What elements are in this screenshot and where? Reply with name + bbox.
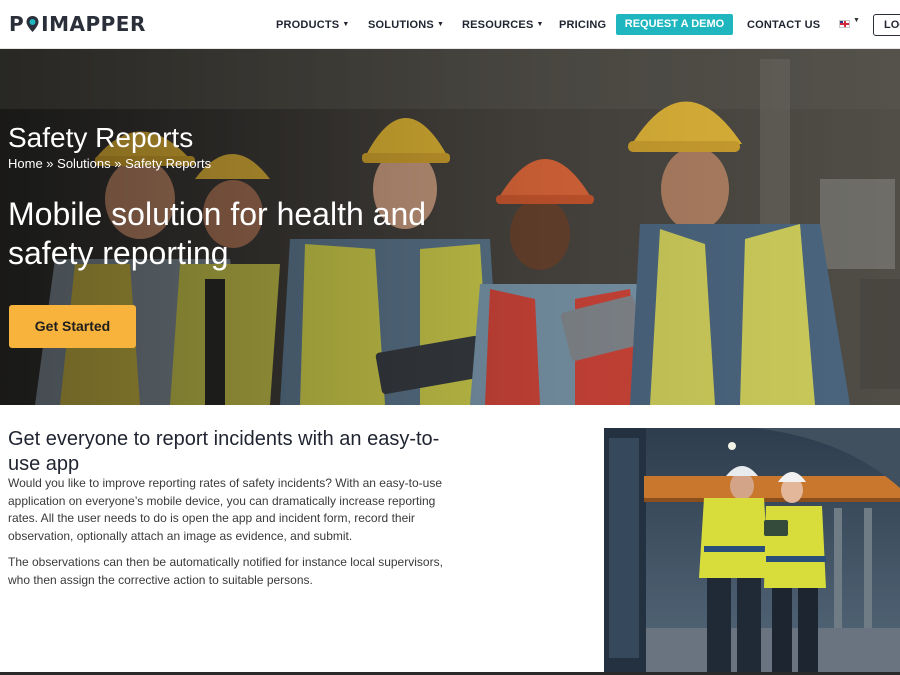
section-title: Get everyone to report incidents with an… bbox=[8, 428, 440, 475]
chevron-down-icon: ▼ bbox=[436, 21, 445, 29]
nav-resources[interactable]: RESOURCES ▼ bbox=[462, 13, 544, 37]
breadcrumb-solutions[interactable]: Solutions bbox=[57, 156, 110, 171]
breadcrumb-separator: » bbox=[42, 156, 58, 171]
language-switcher[interactable]: ▼ bbox=[839, 17, 861, 31]
nav-contact-label: CONTACT US bbox=[747, 19, 821, 31]
nav-solutions[interactable]: SOLUTIONS ▼ bbox=[368, 13, 444, 37]
logo-wordmark: IMAPPER bbox=[41, 12, 146, 36]
breadcrumb-home[interactable]: Home bbox=[8, 156, 43, 171]
site-header: P IMAPPER PRODUCTS ▼ SOLUTIONS ▼ RESOURCES… bbox=[0, 0, 900, 49]
hero-section: Safety Reports Home » Solutions » Safety… bbox=[0, 49, 900, 405]
request-demo-button[interactable]: REQUEST A DEMO bbox=[616, 14, 733, 35]
nav-products[interactable]: PRODUCTS ▼ bbox=[276, 13, 349, 37]
nav-products-label: PRODUCTS bbox=[276, 19, 340, 31]
nav-pricing-label: PRICING bbox=[559, 19, 607, 31]
chevron-down-icon: ▼ bbox=[342, 21, 350, 29]
hero-heading: Mobile solution for health and safety re… bbox=[8, 196, 427, 271]
nav-contact[interactable]: CONTACT US bbox=[747, 13, 820, 37]
breadcrumb: Home » Solutions » Safety Reports bbox=[8, 156, 211, 171]
nav-pricing[interactable]: PRICING bbox=[559, 13, 606, 37]
section-paragraph-1: Would you like to improve reporting rate… bbox=[8, 476, 442, 543]
section-paragraph-2: The observations can then be automatical… bbox=[8, 555, 443, 587]
map-pin-icon bbox=[25, 15, 40, 33]
breadcrumb-current: Safety Reports bbox=[125, 156, 212, 171]
breadcrumb-separator: » bbox=[110, 156, 126, 171]
nav-solutions-label: SOLUTIONS bbox=[368, 19, 434, 31]
workers-photo bbox=[604, 428, 900, 675]
page-title: Safety Reports bbox=[8, 122, 194, 153]
nav-resources-label: RESOURCES bbox=[462, 19, 534, 31]
chevron-down-icon: ▼ bbox=[536, 21, 544, 29]
get-started-button[interactable]: Get Started bbox=[9, 305, 136, 348]
login-button[interactable]: LOG bbox=[873, 14, 900, 36]
chevron-down-icon: ▼ bbox=[853, 17, 860, 24]
uk-flag-icon bbox=[839, 20, 850, 28]
logo[interactable]: P IMAPPER bbox=[9, 12, 146, 36]
logo-letter-p: P bbox=[9, 12, 25, 36]
